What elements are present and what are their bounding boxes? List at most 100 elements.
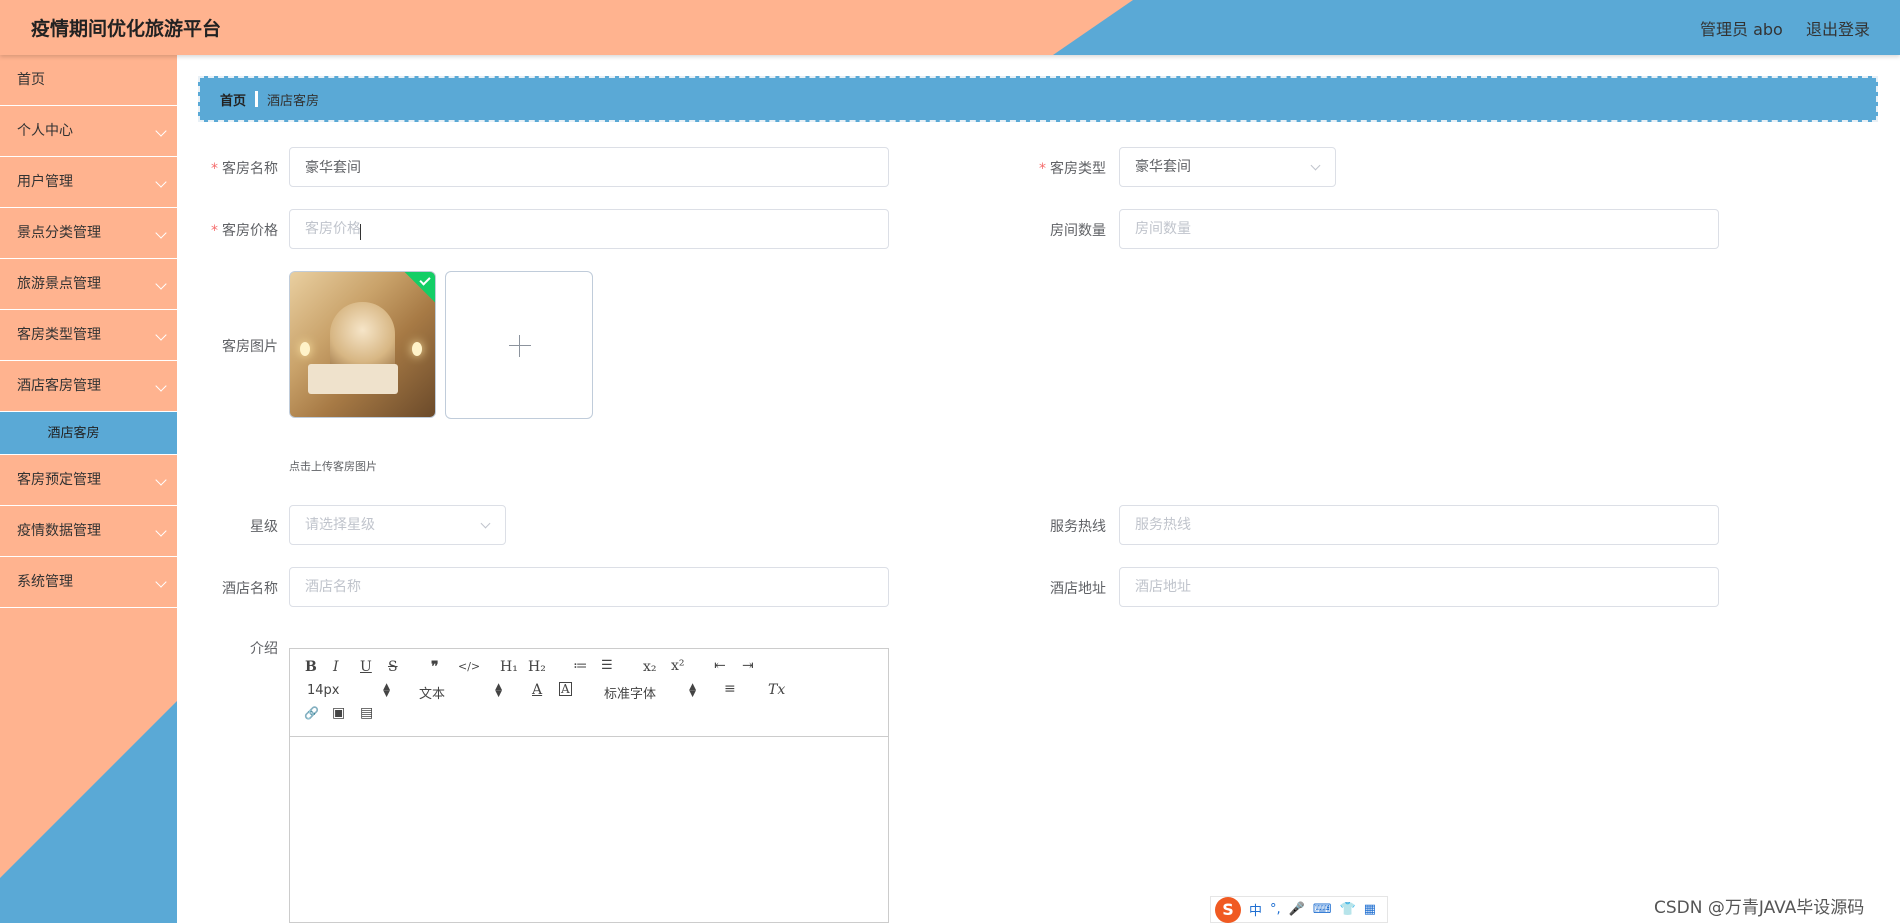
editor-toolbar: B I U S ❞ </> H₁ H₂ ≔ ☰ x₂ x² ⇤ ⇥ 14px ▲ ▼… xyxy=(290,649,888,737)
upload-image-button[interactable] xyxy=(445,271,593,419)
room-price-label: * 客房价格 xyxy=(211,223,278,239)
sidebar: 首页 个人中心 用户管理 景点分类管理 旅游景点管理 客房类型管理 酒店客房管理… xyxy=(0,55,177,923)
hotel-name-label: 酒店名称 xyxy=(222,581,278,597)
header-select-value: 文本 xyxy=(419,687,446,702)
blockquote-button[interactable]: ❞ xyxy=(431,659,439,675)
sidebar-item-label: 客房预定管理 xyxy=(17,472,101,488)
header-select[interactable]: 文本 ▲ ▼ xyxy=(419,682,502,703)
sidebar-item-profile[interactable]: 个人中心 xyxy=(0,106,177,157)
subscript-button[interactable]: x₂ xyxy=(643,659,657,675)
text-color-button[interactable]: A xyxy=(532,682,542,698)
ime-language-toggle[interactable]: 中 xyxy=(1249,900,1262,919)
outdent-button[interactable]: ⇤ xyxy=(714,658,726,674)
admin-label: 管理员 abo xyxy=(1700,20,1783,39)
video-button[interactable]: ▤ xyxy=(360,705,373,721)
sidebar-item-scenic-category[interactable]: 景点分类管理 xyxy=(0,208,177,259)
sidebar-item-epidemic-data[interactable]: 疫情数据管理 xyxy=(0,506,177,557)
bullet-list-button[interactable]: ☰ xyxy=(601,658,613,673)
header-1-button[interactable]: H₁ xyxy=(500,659,518,675)
thumbnail-lamp xyxy=(412,342,422,356)
skin-icon[interactable]: 👕 xyxy=(1340,902,1356,917)
header-2-button[interactable]: H₂ xyxy=(528,659,546,675)
chevron-down-icon xyxy=(155,329,167,341)
required-mark: * xyxy=(211,161,218,177)
chevron-down-icon xyxy=(155,525,167,537)
apps-grid-icon[interactable]: ▦ xyxy=(1364,902,1376,917)
ordered-list-button[interactable]: ≔ xyxy=(573,658,587,674)
font-size-select[interactable]: 14px ▲ ▼ xyxy=(307,682,390,699)
required-mark: * xyxy=(211,223,218,239)
breadcrumb-home[interactable]: 首页 xyxy=(220,90,246,109)
hotline-input[interactable] xyxy=(1119,505,1719,545)
room-count-input[interactable] xyxy=(1119,209,1719,249)
sidebar-item-hotel-rooms[interactable]: 酒店客房管理 xyxy=(0,361,177,412)
chevron-down-icon xyxy=(155,474,167,486)
font-family-select[interactable]: 标准字体 ▲ ▼ xyxy=(604,683,696,703)
strike-button[interactable]: S xyxy=(388,659,398,675)
indent-button[interactable]: ⇥ xyxy=(742,658,754,674)
room-type-select[interactable]: 豪华套间 xyxy=(1119,147,1336,187)
font-size-value: 14px xyxy=(307,683,340,698)
bold-button[interactable]: B xyxy=(305,659,317,675)
chevron-down-icon xyxy=(480,518,491,529)
hotel-address-input[interactable] xyxy=(1119,567,1719,607)
code-block-button[interactable]: </> xyxy=(458,660,480,673)
sidebar-subitem-hotel-room[interactable]: 酒店客房 xyxy=(0,412,177,455)
image-button[interactable]: ▣ xyxy=(332,705,345,721)
ime-punctuation-toggle[interactable]: °, xyxy=(1270,902,1281,917)
breadcrumb-current: 酒店客房 xyxy=(267,93,320,109)
link-button[interactable]: 🔗 xyxy=(304,706,319,720)
intro-label: 介绍 xyxy=(250,641,278,657)
sidebar-item-label: 个人中心 xyxy=(17,123,73,139)
keyboard-icon[interactable]: ⌨ xyxy=(1313,902,1332,917)
hotel-address-label: 酒店地址 xyxy=(1050,581,1106,597)
sidebar-item-label: 疫情数据管理 xyxy=(17,523,101,539)
required-mark: * xyxy=(1039,161,1046,177)
logout-link[interactable]: 退出登录 xyxy=(1806,16,1870,40)
updown-icon: ▲ ▼ xyxy=(495,682,502,699)
room-count-label: 房间数量 xyxy=(1050,223,1106,239)
hotline-label: 服务热线 xyxy=(1050,519,1106,535)
sidebar-item-bookings[interactable]: 客房预定管理 xyxy=(0,455,177,506)
sogou-logo-icon[interactable]: S xyxy=(1215,896,1241,923)
editor-content-area[interactable] xyxy=(290,737,888,922)
microphone-icon[interactable]: 🎤 xyxy=(1289,902,1305,917)
sidebar-item-scenic-spots[interactable]: 旅游景点管理 xyxy=(0,259,177,310)
upload-success-badge xyxy=(403,272,435,304)
room-name-input[interactable] xyxy=(289,147,889,187)
upload-tip: 点击上传客房图片 xyxy=(289,460,377,473)
star-label: 星级 xyxy=(250,519,278,535)
italic-button[interactable]: I xyxy=(333,659,339,675)
sidebar-item-room-types[interactable]: 客房类型管理 xyxy=(0,310,177,361)
sidebar-item-label: 客房类型管理 xyxy=(17,327,101,343)
star-select[interactable]: 请选择星级 xyxy=(289,505,506,545)
updown-icon: ▲ ▼ xyxy=(383,682,390,699)
breadcrumb: 首页 酒店客房 xyxy=(198,76,1878,122)
sidebar-item-users[interactable]: 用户管理 xyxy=(0,157,177,208)
font-family-value: 标准字体 xyxy=(604,687,657,702)
background-color-button[interactable]: A xyxy=(559,682,572,696)
room-type-label: * 客房类型 xyxy=(1039,161,1106,177)
hotel-name-input[interactable] xyxy=(289,567,889,607)
chevron-down-icon xyxy=(155,176,167,188)
plus-icon-vertical xyxy=(519,335,520,357)
sidebar-item-system[interactable]: 系统管理 xyxy=(0,557,177,608)
sidebar-menu: 首页 个人中心 用户管理 景点分类管理 旅游景点管理 客房类型管理 酒店客房管理… xyxy=(0,55,177,608)
thumbnail-bed xyxy=(308,364,398,394)
rich-text-editor: B I U S ❞ </> H₁ H₂ ≔ ☰ x₂ x² ⇤ ⇥ 14px ▲ ▼… xyxy=(289,648,889,923)
room-price-input[interactable] xyxy=(289,209,889,249)
room-image-thumbnail[interactable] xyxy=(289,271,436,418)
chevron-down-icon xyxy=(1310,160,1321,171)
align-button[interactable]: ≡ xyxy=(724,681,736,697)
room-image-label: 客房图片 xyxy=(222,339,278,355)
clean-format-button[interactable]: Tx xyxy=(768,682,785,698)
underline-button[interactable]: U xyxy=(360,659,372,675)
superscript-button[interactable]: x² xyxy=(671,658,685,674)
plus-icon xyxy=(509,345,531,346)
ime-toolbar: S 中 °, 🎤 ⌨ 👕 ▦ xyxy=(1210,896,1388,923)
sidebar-item-home[interactable]: 首页 xyxy=(0,55,177,106)
header-peach-band xyxy=(0,0,1133,55)
sidebar-item-label: 用户管理 xyxy=(17,174,73,190)
watermark: CSDN @万青JAVA毕设源码 xyxy=(1654,898,1865,918)
top-header: 疫情期间优化旅游平台 管理员 abo 退出登录 xyxy=(0,0,1900,55)
